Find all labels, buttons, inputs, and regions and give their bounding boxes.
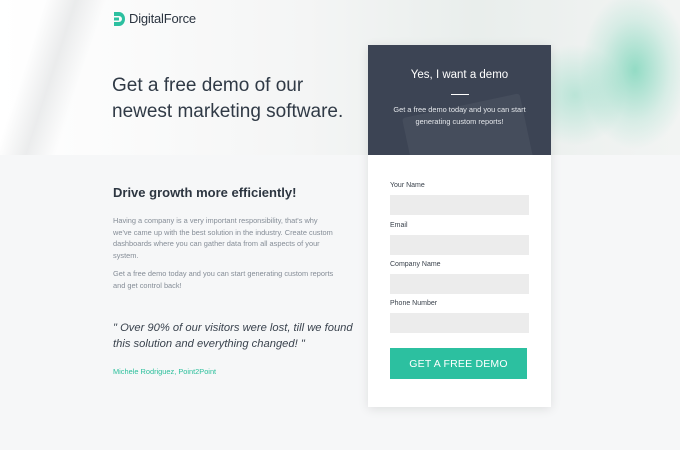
form-subtitle: Get a free demo today and you can start …	[393, 105, 526, 126]
testimonial-author: Michele Rodriguez, Point2Point	[113, 367, 217, 376]
demo-request-form: Yes, I want a demo Get a free demo today…	[368, 45, 551, 407]
section-heading: Drive growth more efficiently!	[113, 185, 297, 200]
phone-number-label: Phone Number	[390, 300, 438, 307]
page-title: Get a free demo of our newest marketing …	[112, 75, 344, 122]
hero-background-glow	[580, 0, 680, 150]
title-divider	[451, 94, 469, 95]
description-paragraph: Having a company is a very important res…	[113, 216, 333, 260]
logo-text: DigitalForce	[129, 11, 196, 26]
hero-background-stripe	[0, 0, 113, 155]
logo-icon	[114, 11, 125, 26]
get-free-demo-button[interactable]: GET A FREE DEMO	[390, 348, 527, 379]
company-name-label: Company Name	[390, 261, 441, 268]
logo[interactable]: DigitalForce	[114, 11, 196, 26]
name-label: Your Name	[390, 182, 425, 189]
description-paragraph: Get a free demo today and you can start …	[113, 269, 334, 290]
email-field[interactable]	[390, 235, 529, 255]
name-field[interactable]	[390, 195, 529, 215]
form-title: Yes, I want a demo	[410, 69, 509, 81]
phone-number-field[interactable]	[390, 313, 529, 333]
testimonial-quote: " Over 90% of our visitors were lost, ti…	[113, 322, 353, 350]
email-label: Email	[390, 222, 408, 229]
company-name-field[interactable]	[390, 274, 529, 294]
form-header: Yes, I want a demo Get a free demo today…	[368, 45, 551, 155]
